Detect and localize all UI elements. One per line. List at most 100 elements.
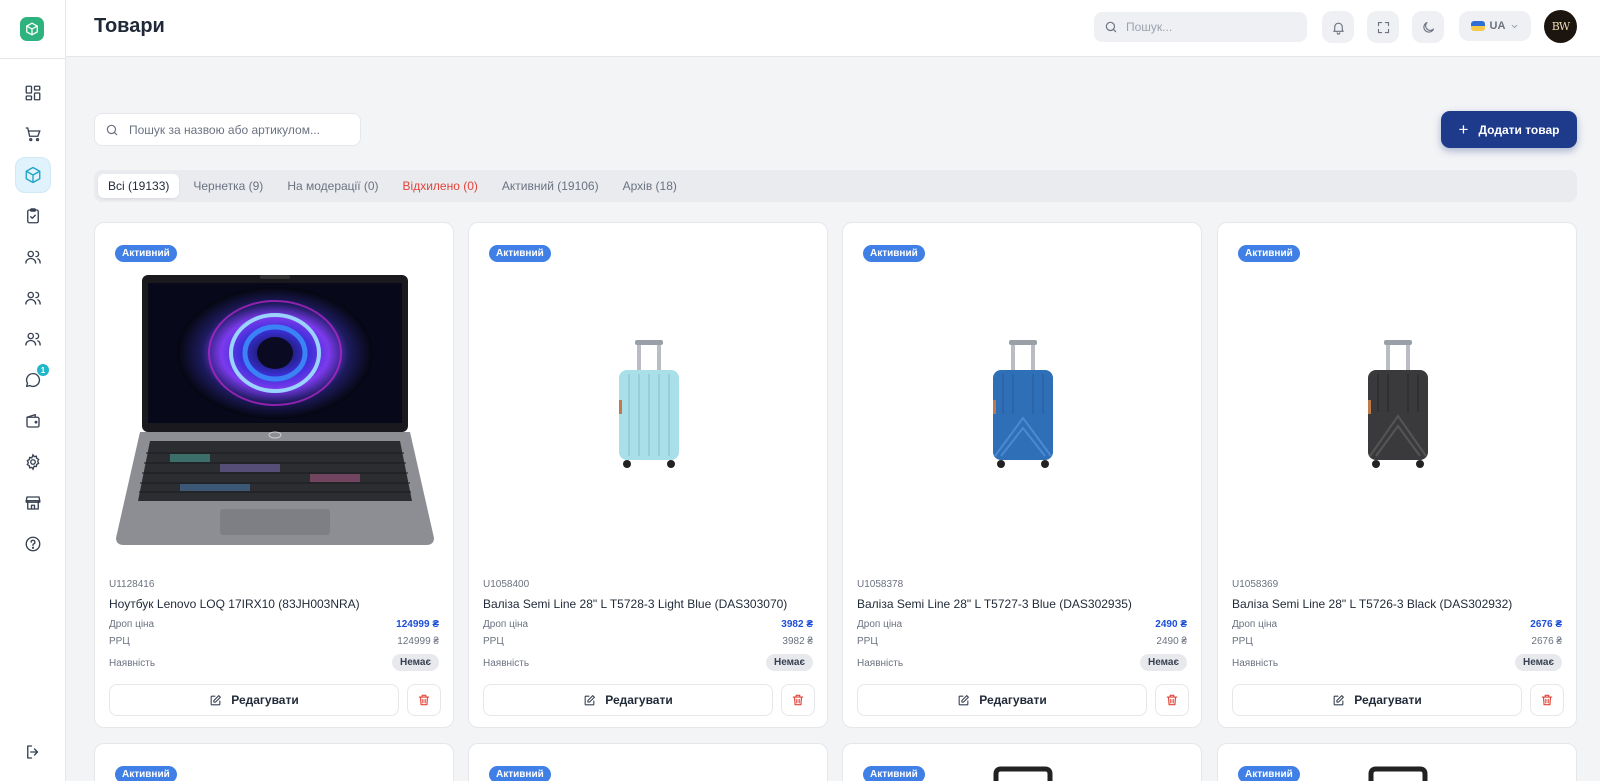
suitcase-blue-image bbox=[993, 340, 1053, 468]
status-badge: Активний bbox=[489, 766, 551, 781]
status-tabs: Всі (19133) Чернетка (9) На модерації (0… bbox=[94, 170, 1577, 202]
messages-badge: 1 bbox=[37, 364, 49, 376]
edit-icon bbox=[210, 694, 222, 705]
edit-icon bbox=[1333, 694, 1345, 705]
gear-icon bbox=[26, 453, 40, 471]
clipboard-check-icon bbox=[27, 208, 39, 224]
edit-button[interactable]: Редагувати bbox=[109, 684, 399, 716]
sidebar-item-orders[interactable] bbox=[15, 116, 51, 152]
edit-icon bbox=[584, 694, 596, 705]
trash-icon bbox=[792, 694, 804, 706]
rrp-value: 2490 ₴ bbox=[1156, 636, 1187, 647]
theme-toggle-button[interactable] bbox=[1412, 11, 1444, 43]
sidebar-item-tasks[interactable] bbox=[15, 198, 51, 234]
wallet-icon bbox=[26, 413, 40, 428]
sidebar-item-settings[interactable] bbox=[15, 444, 51, 480]
availability-badge: Немає bbox=[1514, 654, 1562, 671]
notifications-button[interactable] bbox=[1322, 11, 1354, 43]
avatar[interactable]: BW bbox=[1544, 10, 1577, 43]
rrp-value: 3982 ₴ bbox=[782, 636, 813, 647]
product-image bbox=[483, 253, 815, 563]
plus-icon: + bbox=[1458, 120, 1469, 139]
drop-price-value: 3982 ₴ bbox=[781, 619, 813, 630]
help-icon bbox=[25, 536, 41, 552]
global-search[interactable] bbox=[1094, 12, 1307, 42]
add-product-label: Додати товар bbox=[1478, 122, 1560, 137]
product-search-input[interactable] bbox=[129, 122, 349, 137]
logout-icon bbox=[27, 745, 39, 759]
box-icon bbox=[25, 166, 41, 184]
sidebar-item-users-2[interactable] bbox=[15, 280, 51, 316]
product-card[interactable]: Активний bbox=[1217, 743, 1577, 781]
tab-rejected[interactable]: Відхилено (0) bbox=[393, 174, 488, 198]
drop-price-label: Дроп ціна bbox=[1232, 619, 1278, 630]
tab-active[interactable]: Активний (19106) bbox=[492, 174, 609, 198]
delete-button[interactable] bbox=[407, 684, 441, 716]
availability-label: Наявність bbox=[109, 658, 156, 669]
trash-icon bbox=[418, 694, 430, 706]
delete-button[interactable] bbox=[781, 684, 815, 716]
availability-badge: Немає bbox=[1139, 654, 1187, 671]
sidebar-item-messages[interactable]: 1 bbox=[15, 362, 51, 398]
drop-price-value: 2676 ₴ bbox=[1530, 619, 1562, 630]
tab-moderation[interactable]: На модерації (0) bbox=[277, 174, 388, 198]
edit-label: Редагувати bbox=[979, 693, 1047, 707]
sidebar-item-dashboard[interactable] bbox=[15, 75, 51, 111]
product-search[interactable] bbox=[94, 113, 361, 146]
delete-button[interactable] bbox=[1155, 684, 1189, 716]
product-image bbox=[109, 253, 441, 563]
suitcase-handle-image bbox=[1368, 766, 1428, 781]
logout-button[interactable] bbox=[15, 734, 51, 770]
edit-button[interactable]: Редагувати bbox=[483, 684, 773, 716]
tab-all[interactable]: Всі (19133) bbox=[98, 174, 180, 198]
sidebar-item-store[interactable] bbox=[15, 485, 51, 521]
global-search-input[interactable] bbox=[1126, 20, 1296, 34]
product-card[interactable]: Активний U1058369 Валіза Semi Line 28" L… bbox=[1217, 222, 1577, 728]
sidebar-divider bbox=[0, 58, 66, 59]
product-name[interactable]: Ноутбук Lenovo LOQ 17IRX10 (83JH003NRA) bbox=[109, 597, 441, 611]
product-card[interactable]: Активний bbox=[94, 222, 454, 728]
tab-archive[interactable]: Архів (18) bbox=[613, 174, 687, 198]
product-name[interactable]: Валіза Semi Line 28" L T5727-3 Blue (DAS… bbox=[857, 597, 1189, 611]
product-name[interactable]: Валіза Semi Line 28" L T5726-3 Black (DA… bbox=[1232, 597, 1564, 611]
product-name[interactable]: Валіза Semi Line 28" L T5728-3 Light Blu… bbox=[483, 597, 815, 611]
edit-button[interactable]: Редагувати bbox=[1232, 684, 1522, 716]
product-card[interactable]: Активний bbox=[94, 743, 454, 781]
language-selector[interactable]: UA bbox=[1459, 11, 1531, 41]
product-sku: U1058369 bbox=[1232, 579, 1279, 590]
sidebar-item-wallet[interactable] bbox=[15, 403, 51, 439]
add-product-button[interactable]: + Додати товар bbox=[1441, 111, 1577, 148]
product-sku: U1128416 bbox=[109, 579, 155, 590]
page-title: Товари bbox=[94, 15, 165, 37]
fullscreen-icon bbox=[1377, 21, 1389, 33]
delete-button[interactable] bbox=[1530, 684, 1564, 716]
tab-draft[interactable]: Чернетка (9) bbox=[183, 174, 273, 198]
sidebar-item-help[interactable] bbox=[15, 526, 51, 562]
status-badge: Активний bbox=[863, 766, 925, 781]
top-header: Товари UA BW bbox=[66, 0, 1600, 57]
suitcase-handle-image bbox=[993, 766, 1053, 781]
laptop-image bbox=[116, 275, 434, 545]
fullscreen-button[interactable] bbox=[1367, 11, 1399, 43]
dashboard-icon bbox=[25, 85, 41, 101]
product-card[interactable]: Активний bbox=[468, 743, 828, 781]
sidebar-item-users-1[interactable] bbox=[15, 239, 51, 275]
sidebar: 1 bbox=[0, 0, 66, 781]
product-card[interactable]: Активний U1058378 Валіза Semi Line 28" L… bbox=[842, 222, 1202, 728]
logo-icon[interactable] bbox=[20, 17, 44, 41]
availability-badge: Немає bbox=[391, 654, 439, 671]
drop-price-value: 2490 ₴ bbox=[1155, 619, 1187, 630]
drop-price-label: Дроп ціна bbox=[483, 619, 529, 630]
store-icon bbox=[25, 496, 41, 510]
product-card[interactable]: Активний U1058400 Валіза Semi Line 28" L… bbox=[468, 222, 828, 728]
moon-icon bbox=[1422, 21, 1434, 33]
search-icon bbox=[106, 124, 118, 135]
cart-icon bbox=[25, 127, 41, 142]
sidebar-item-products[interactable] bbox=[15, 157, 51, 193]
drop-price-value: 124999 ₴ bbox=[396, 619, 439, 630]
sidebar-item-users-3[interactable] bbox=[15, 321, 51, 357]
edit-button[interactable]: Редагувати bbox=[857, 684, 1147, 716]
product-image bbox=[857, 253, 1189, 563]
product-card[interactable]: Активний bbox=[842, 743, 1202, 781]
users-icon bbox=[25, 291, 41, 305]
